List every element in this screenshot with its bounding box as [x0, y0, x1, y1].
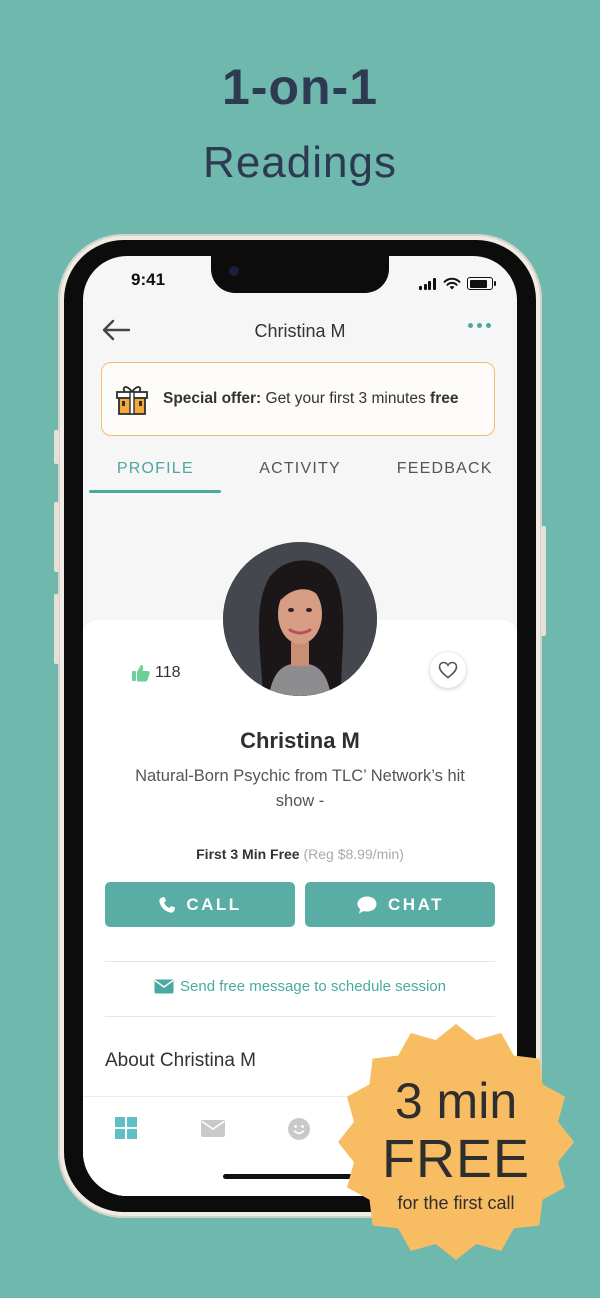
likes-count: 118: [131, 664, 181, 682]
notch: [211, 256, 389, 293]
favorite-button[interactable]: [430, 652, 466, 688]
special-offer-banner[interactable]: Special offer: Get your first 3 minutes …: [101, 362, 495, 436]
signal-icon: [419, 272, 437, 290]
badge-line-2: FREE: [381, 1129, 531, 1189]
status-icons: [419, 272, 496, 290]
offer-body: Get your first 3 minutes: [261, 390, 431, 407]
chat-label: CHAT: [388, 894, 444, 914]
advisor-bio: Natural-Born Psychic from TLC’ Network’s…: [135, 767, 465, 810]
offer-free: free: [430, 390, 459, 407]
offer-text: Special offer: Get your first 3 minutes …: [163, 390, 458, 408]
send-message-label: Send free message to schedule session: [180, 978, 446, 995]
profile-tabs: PROFILE ACTIVITY FEEDBACK: [83, 460, 517, 490]
battery-icon: [467, 277, 496, 290]
offer-label: Special offer:: [163, 390, 262, 407]
grid-home-icon[interactable]: [115, 1117, 137, 1139]
tab-feedback[interactable]: FEEDBACK: [372, 460, 517, 490]
chat-button[interactable]: CHAT: [305, 882, 495, 927]
badge-line-1: 3 min: [394, 1073, 518, 1129]
avatar: [223, 542, 377, 696]
header-title: Christina M: [254, 321, 346, 341]
phone-icon: [159, 896, 176, 913]
tab-profile[interactable]: PROFILE: [83, 460, 228, 490]
about-title: About Christina M: [105, 1050, 257, 1071]
side-button: [54, 502, 59, 572]
thumbs-up-icon: [132, 665, 150, 682]
tab-activity[interactable]: ACTIVITY: [228, 460, 373, 490]
wifi-icon: [443, 277, 461, 290]
call-button[interactable]: CALL: [105, 882, 295, 927]
camera: [229, 266, 239, 276]
divider: [105, 1016, 495, 1017]
side-button: [54, 594, 59, 664]
status-time: 9:41: [131, 270, 166, 289]
badge-line-3: for the first call: [397, 1193, 515, 1213]
price-info: First 3 Min Free (Reg $8.99/min): [83, 846, 517, 862]
price-regular: (Reg $8.99/min): [303, 846, 404, 862]
promo-title: 1-on-1: [222, 59, 378, 115]
more-dots-icon[interactable]: [468, 323, 491, 328]
smiley-icon[interactable]: [287, 1117, 311, 1141]
promo-subtitle: Readings: [203, 138, 397, 187]
price-free: First 3 Min Free: [196, 846, 300, 862]
likes-value: 118: [155, 664, 181, 681]
active-tab-indicator: [89, 490, 221, 493]
side-button: [541, 526, 546, 636]
envelope-icon: [154, 979, 174, 994]
divider: [105, 961, 495, 962]
mail-icon[interactable]: [201, 1120, 225, 1137]
heart-icon: [438, 661, 458, 679]
advisor-name: Christina M: [240, 728, 360, 753]
gift-icon: [116, 386, 148, 415]
send-free-message-link[interactable]: Send free message to schedule session: [83, 978, 517, 995]
chat-bubble-icon: [357, 896, 377, 913]
side-button: [54, 430, 59, 464]
call-label: CALL: [186, 894, 242, 914]
